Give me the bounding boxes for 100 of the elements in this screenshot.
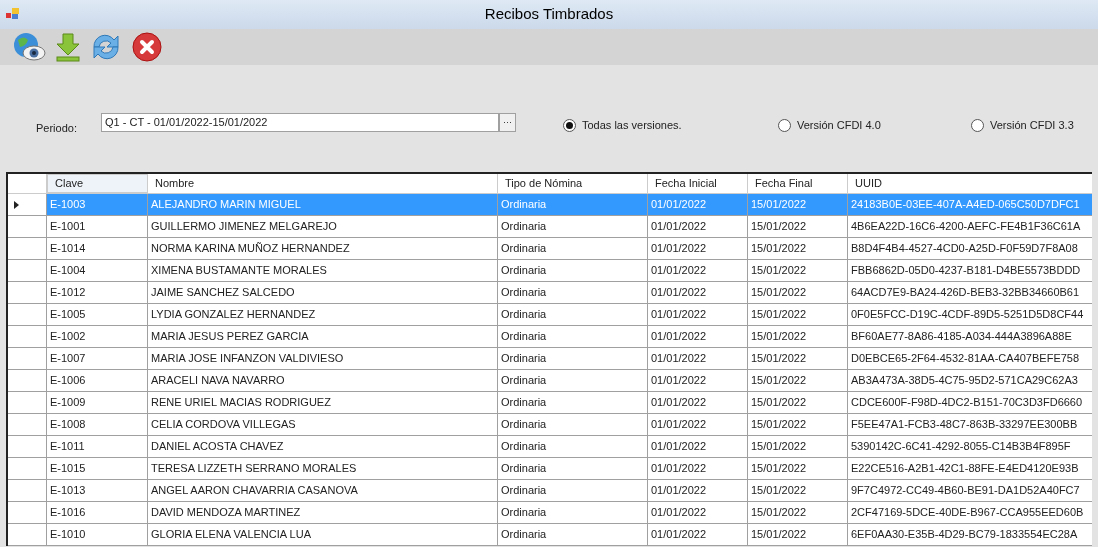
table-row[interactable]: E-1011 DANIEL ACOSTA CHAVEZ Ordinaria 01/01/2022 15/01/2022 5390142C-6C41-4292-8055-C14B3B4F895F [8, 436, 1092, 458]
table-cell: Ordinaria [498, 370, 648, 391]
table-cell: 15/01/2022 [748, 436, 848, 457]
download-icon[interactable] [56, 32, 80, 62]
periodo-label: Periodo: [36, 121, 77, 136]
table-row[interactable]: E-1006 ARACELI NAVA NAVARRO Ordinaria 01/01/2022 15/01/2022 AB3A473A-38D5-4C75-95D2-571CA29C62A3 [8, 370, 1092, 392]
table-cell: 15/01/2022 [748, 370, 848, 391]
periodo-field[interactable]: Q1 - CT - 01/01/2022-15/01/2022 [101, 113, 499, 132]
table-cell: 15/01/2022 [748, 524, 848, 545]
window-title: Recibos Timbrados [484, 4, 614, 25]
table-cell: 01/01/2022 [648, 502, 748, 523]
view-icon[interactable] [12, 32, 46, 62]
table-cell: E-1016 [47, 502, 148, 523]
table-cell: 15/01/2022 [748, 348, 848, 369]
table-row[interactable]: E-1005 LYDIA GONZALEZ HERNANDEZ Ordinaria 01/01/2022 15/01/2022 0F0E5FCC-D19C-4CDF-89D5-5251D5D8CF44 [8, 304, 1092, 326]
table-cell: 01/01/2022 [648, 238, 748, 259]
column-header[interactable]: Fecha Inicial [648, 174, 748, 193]
table-cell: JAIME SANCHEZ SALCEDO [148, 282, 498, 303]
table-cell: Ordinaria [498, 238, 648, 259]
table-cell: 01/01/2022 [648, 216, 748, 237]
table-cell: E-1013 [47, 480, 148, 501]
column-header[interactable]: Clave [47, 174, 148, 193]
table-cell: 15/01/2022 [748, 238, 848, 259]
table-cell: Ordinaria [498, 392, 648, 413]
table-cell: 01/01/2022 [648, 370, 748, 391]
table-cell: RENE URIEL MACIAS RODRIGUEZ [148, 392, 498, 413]
table-row[interactable]: E-1014 NORMA KARINA MUÑOZ HERNANDEZ Ordinaria 01/01/2022 15/01/2022 B8D4F4B4-4527-4CD0-A25D-F0F59D7F8A08 [8, 238, 1092, 260]
refresh-icon[interactable] [90, 32, 122, 62]
table-cell: DAVID MENDOZA MARTINEZ [148, 502, 498, 523]
table-cell: 01/01/2022 [648, 480, 748, 501]
table-cell: E-1008 [47, 414, 148, 435]
table-cell: TERESA LIZZETH SERRANO MORALES [148, 458, 498, 479]
row-pointer-icon [14, 200, 19, 209]
table-cell: E-1004 [47, 260, 148, 281]
table-cell: E-1012 [47, 282, 148, 303]
table-cell: 15/01/2022 [748, 326, 848, 347]
table-cell: Ordinaria [498, 414, 648, 435]
table-cell: 01/01/2022 [648, 392, 748, 413]
table-row[interactable]: E-1013 ANGEL AARON CHAVARRIA CASANOVA Ordinaria 01/01/2022 15/01/2022 9F7C4972-CC49-4B60-BE91-DA1D52A40FC7 [8, 480, 1092, 502]
table-cell: ARACELI NAVA NAVARRO [148, 370, 498, 391]
table-cell: 01/01/2022 [648, 348, 748, 369]
table-cell: 15/01/2022 [748, 458, 848, 479]
table-cell: 01/01/2022 [648, 260, 748, 281]
radio-label[interactable]: Todas las versiones. [582, 117, 682, 134]
table-cell: E-1011 [47, 436, 148, 457]
table-cell: E-1009 [47, 392, 148, 413]
table-cell: 01/01/2022 [648, 458, 748, 479]
table-row[interactable]: E-1002 MARIA JESUS PEREZ GARCIA Ordinaria 01/01/2022 15/01/2022 BF60AE77-8A86-4185-A034-444A3896A88E [8, 326, 1092, 348]
table-cell: 15/01/2022 [748, 216, 848, 237]
table-cell: Ordinaria [498, 348, 648, 369]
table-cell: Ordinaria [498, 282, 648, 303]
table-cell: MARIA JOSE INFANZON VALDIVIESO [148, 348, 498, 369]
browse-button[interactable]: ··· [499, 113, 516, 132]
table-row[interactable]: E-1012 JAIME SANCHEZ SALCEDO Ordinaria 01/01/2022 15/01/2022 64ACD7E9-BA24-426D-BEB3-32BB34660B61 [8, 282, 1092, 304]
radio-label[interactable]: Versión CFDI 4.0 [797, 117, 881, 134]
table-cell: E-1001 [47, 216, 148, 237]
table-cell: MARIA JESUS PEREZ GARCIA [148, 326, 498, 347]
column-header[interactable]: Nombre [148, 174, 498, 193]
table-cell: 01/01/2022 [648, 436, 748, 457]
table-cell: E-1015 [47, 458, 148, 479]
table-cell: Ordinaria [498, 436, 648, 457]
table-cell: 15/01/2022 [748, 282, 848, 303]
table-row[interactable]: E-1016 DAVID MENDOZA MARTINEZ Ordinaria 01/01/2022 15/01/2022 2CF47169-5DCE-40DE-B967-CCA955EED60B [8, 502, 1092, 524]
column-header[interactable]: Fecha Final [748, 174, 848, 193]
table-cell: 15/01/2022 [748, 304, 848, 325]
table-cell: Ordinaria [498, 304, 648, 325]
radio-button[interactable] [563, 118, 576, 132]
table-cell: 01/01/2022 [648, 326, 748, 347]
table-row[interactable]: E-1004 XIMENA BUSTAMANTE MORALES Ordinaria 01/01/2022 15/01/2022 FBB6862D-05D0-4237-B181-D4BE5573BDDD [8, 260, 1092, 282]
table-row[interactable]: E-1001 GUILLERMO JIMENEZ MELGAREJO Ordinaria 01/01/2022 15/01/2022 4B6EA22D-16C6-4200-AEFC-FE4B1F36C61A [8, 216, 1092, 238]
table-row[interactable]: E-1009 RENE URIEL MACIAS RODRIGUEZ Ordinaria 01/01/2022 15/01/2022 CDCE600F-F98D-4DC2-B151-70C3D3FD6660 [8, 392, 1092, 414]
table-cell: Ordinaria [498, 216, 648, 237]
table-cell: 15/01/2022 [748, 260, 848, 281]
table-cell: E-1014 [47, 238, 148, 259]
table-cell: GUILLERMO JIMENEZ MELGAREJO [148, 216, 498, 237]
table-cell: 01/01/2022 [648, 282, 748, 303]
table-cell: ANGEL AARON CHAVARRIA CASANOVA [148, 480, 498, 501]
table-cell: 15/01/2022 [748, 392, 848, 413]
table-cell: XIMENA BUSTAMANTE MORALES [148, 260, 498, 281]
table-row[interactable]: E-1007 MARIA JOSE INFANZON VALDIVIESO Ordinaria 01/01/2022 15/01/2022 D0EBCE65-2F64-4532-81AA-CA407BEFE758 [8, 348, 1092, 370]
radio-label[interactable]: Versión CFDI 3.3 [990, 117, 1074, 134]
table-cell: Ordinaria [498, 524, 648, 545]
radio-button[interactable] [971, 118, 984, 132]
table-cell: E-1003 [47, 194, 148, 215]
table-row[interactable]: E-1010 GLORIA ELENA VALENCIA LUA Ordinaria 01/01/2022 15/01/2022 6EF0AA30-E35B-4D29-BC79-1833554EC28A [8, 524, 1092, 546]
close-icon[interactable] [132, 32, 162, 62]
table-row[interactable]: E-1015 TERESA LIZZETH SERRANO MORALES Ordinaria 01/01/2022 15/01/2022 E22CE516-A2B1-42C1-88FE-E4ED4120E93B [8, 458, 1092, 480]
table-row[interactable]: E-1008 CELIA CORDOVA VILLEGAS Ordinaria 01/01/2022 15/01/2022 F5EE47A1-FCB3-48C7-863B-33297EE300BB [8, 414, 1092, 436]
table-cell: GLORIA ELENA VALENCIA LUA [148, 524, 498, 545]
table-cell: E-1006 [47, 370, 148, 391]
app-icon [6, 8, 20, 20]
table-cell: E-1002 [47, 326, 148, 347]
table-cell: Ordinaria [498, 502, 648, 523]
table-cell: Ordinaria [498, 194, 648, 215]
column-header[interactable]: UUID [848, 174, 1098, 193]
table-cell: 15/01/2022 [748, 414, 848, 435]
table-cell: Ordinaria [498, 326, 648, 347]
table-cell: 01/01/2022 [648, 194, 748, 215]
radio-button[interactable] [778, 118, 791, 132]
column-header[interactable]: Tipo de Nómina [498, 174, 648, 193]
